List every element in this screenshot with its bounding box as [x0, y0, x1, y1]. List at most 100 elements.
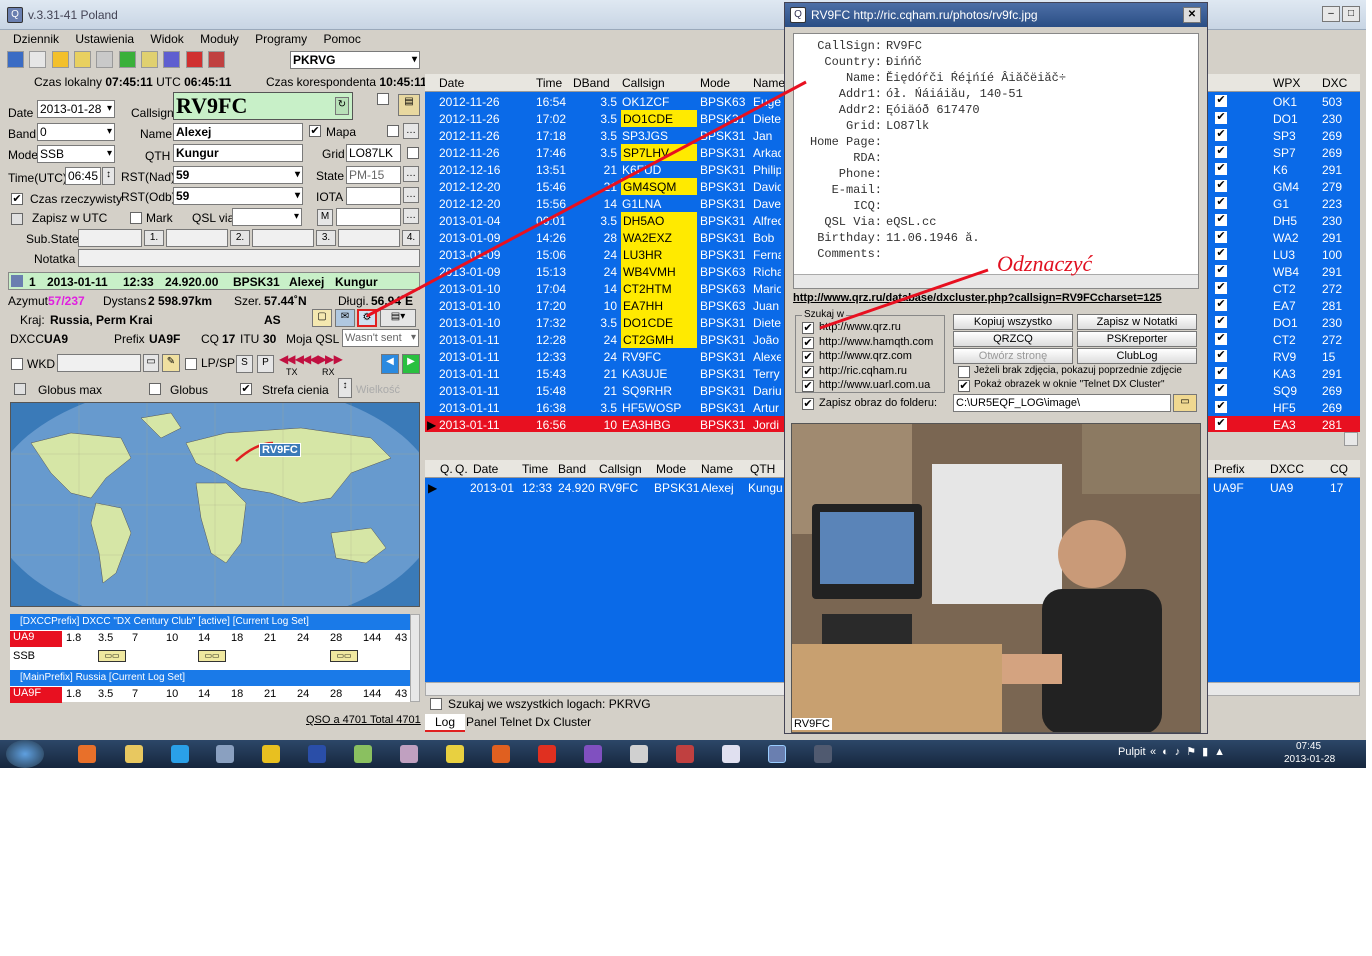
- pencil-icon[interactable]: ✎: [162, 354, 180, 372]
- log-scrollbar[interactable]: [1344, 432, 1358, 446]
- wkd-checkbox[interactable]: [11, 358, 23, 370]
- bolt-icon[interactable]: [446, 745, 464, 763]
- column-header[interactable]: Callsign: [599, 462, 642, 476]
- row-checkbox[interactable]: ✔: [1215, 146, 1227, 158]
- folder-icon[interactable]: ▭: [1173, 394, 1197, 412]
- globus-checkbox[interactable]: [149, 383, 161, 395]
- new-icon[interactable]: [29, 51, 47, 68]
- myqsl-select[interactable]: Wasn't sent: [342, 329, 419, 347]
- row-checkbox[interactable]: ✔: [1215, 333, 1227, 345]
- clublog-button[interactable]: ClubLog: [1077, 348, 1197, 364]
- pause-icon[interactable]: [141, 51, 159, 68]
- column-header[interactable]: Date: [473, 462, 498, 476]
- column-header[interactable]: Q.: [455, 462, 468, 476]
- name-field[interactable]: Alexej: [173, 123, 303, 141]
- substate-field-1[interactable]: [78, 229, 142, 247]
- row-checkbox[interactable]: ✔: [1215, 231, 1227, 243]
- qsl-field[interactable]: [336, 208, 401, 226]
- tab-telnet[interactable]: Panel Telnet Dx Cluster: [466, 714, 606, 732]
- band-select[interactable]: 0: [37, 123, 115, 141]
- arrow-left-icon[interactable]: ◀: [381, 354, 399, 374]
- smiley-icon[interactable]: [51, 51, 69, 68]
- photo-search-icon[interactable]: ⚙: [357, 309, 377, 327]
- arrow-right-icon[interactable]: ▶: [402, 354, 420, 374]
- rewind-arrows-icon[interactable]: ◀◀ ◀◀◀ ▶▶ ▶: [279, 352, 343, 366]
- row-checkbox[interactable]: ✔: [1215, 384, 1227, 396]
- popup-close-button[interactable]: ✕: [1183, 7, 1201, 23]
- column-header[interactable]: Mode: [700, 76, 730, 90]
- row-checkbox[interactable]: ✔: [1215, 214, 1227, 226]
- column-header[interactable]: CQ: [1330, 462, 1348, 476]
- time-field[interactable]: 06:45: [65, 167, 101, 185]
- p-button[interactable]: P: [257, 355, 274, 373]
- row-checkbox[interactable]: ✔: [1215, 265, 1227, 277]
- substate-field-4[interactable]: [338, 229, 400, 247]
- copy-icon[interactable]: ▢: [312, 309, 332, 327]
- date-field[interactable]: 2013-01-28: [37, 100, 115, 118]
- app-icon-11[interactable]: [814, 745, 832, 763]
- row-checkbox[interactable]: ✔: [1215, 350, 1227, 362]
- menu-dziennik[interactable]: Dziennik: [13, 30, 59, 48]
- column-header[interactable]: Date: [439, 76, 464, 90]
- note-field[interactable]: [78, 249, 420, 267]
- more-button[interactable]: …: [403, 123, 419, 139]
- save-utc-checkbox[interactable]: [11, 213, 23, 225]
- row-checkbox[interactable]: ✔: [1215, 163, 1227, 175]
- pskreporter-button[interactable]: PSKreporter: [1077, 331, 1197, 347]
- desktop-label[interactable]: Pulpit: [1118, 746, 1146, 758]
- row-checkbox[interactable]: ✔: [1215, 129, 1227, 141]
- site-checkbox[interactable]: ✔: [802, 336, 814, 349]
- row-checkbox[interactable]: ✔: [1215, 180, 1227, 192]
- column-header[interactable]: DBand: [573, 76, 610, 90]
- copy-all-button[interactable]: Kopiuj wszystko: [953, 314, 1073, 330]
- iota-field[interactable]: [346, 187, 401, 205]
- time-spinner[interactable]: ↕: [102, 167, 115, 185]
- square-stop-icon[interactable]: [208, 51, 226, 68]
- search-all-checkbox[interactable]: [430, 698, 442, 710]
- app-icon-3[interactable]: [308, 745, 326, 763]
- save-icon[interactable]: [7, 51, 24, 68]
- mark-checkbox[interactable]: [130, 212, 142, 224]
- row-checkbox[interactable]: ✔: [1215, 248, 1227, 260]
- minimize-button[interactable]: –: [1322, 6, 1340, 22]
- maximize-button[interactable]: □: [1342, 6, 1360, 22]
- show-previous-checkbox[interactable]: [958, 366, 970, 378]
- substate-field-3[interactable]: [252, 229, 314, 247]
- grid-checkbox[interactable]: [407, 147, 419, 159]
- popup-url[interactable]: http://www.qrz.ru/database/dxcluster.php…: [793, 292, 1205, 304]
- globus-max-checkbox[interactable]: [14, 383, 26, 395]
- site-checkbox[interactable]: ✔: [802, 351, 814, 363]
- refresh-icon[interactable]: ↻: [335, 97, 349, 115]
- substate-3-button[interactable]: 3.: [316, 230, 336, 246]
- skype-icon[interactable]: [171, 745, 189, 763]
- column-header[interactable]: Mode: [656, 462, 686, 476]
- row-checkbox[interactable]: ✔: [1215, 418, 1227, 430]
- column-header[interactable]: DXCC: [1270, 462, 1304, 476]
- column-header[interactable]: Q.: [440, 462, 453, 476]
- rst-recv-field[interactable]: 59: [173, 187, 303, 205]
- menu-widok[interactable]: Widok: [150, 30, 183, 48]
- state-field[interactable]: PM-15: [346, 166, 401, 184]
- folder-field[interactable]: C:\UR5EQF_LOG\image\: [953, 394, 1171, 412]
- column-header[interactable]: Band: [558, 462, 586, 476]
- app-icon-8[interactable]: [630, 745, 648, 763]
- row-checkbox[interactable]: ✔: [1215, 401, 1227, 413]
- record-icon[interactable]: [185, 51, 203, 68]
- print-menu-icon[interactable]: ▤▾: [380, 309, 416, 327]
- column-header[interactable]: Name: [701, 462, 733, 476]
- site-checkbox[interactable]: ✔: [802, 380, 814, 392]
- app-icon-9[interactable]: [676, 745, 694, 763]
- column-header[interactable]: Prefix: [1214, 462, 1245, 476]
- settings-icon[interactable]: [74, 51, 92, 68]
- save-notes-button[interactable]: Zapisz w Notatki: [1077, 314, 1197, 330]
- lpsp-checkbox[interactable]: [185, 358, 197, 370]
- sun-icon[interactable]: [262, 745, 280, 763]
- station-select[interactable]: PKRVG: [290, 51, 420, 69]
- wkd-field[interactable]: [57, 354, 141, 372]
- app-icon-2[interactable]: [216, 745, 234, 763]
- column-header[interactable]: DXC: [1322, 76, 1347, 90]
- row-checkbox[interactable]: ✔: [1215, 112, 1227, 124]
- column-header[interactable]: Time: [522, 462, 548, 476]
- map-checkbox[interactable]: ✔: [309, 125, 321, 137]
- tab-log[interactable]: Log: [425, 714, 465, 732]
